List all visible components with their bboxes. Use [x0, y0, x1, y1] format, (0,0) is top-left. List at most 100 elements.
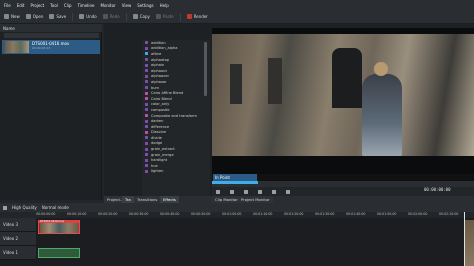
save-button[interactable]: Save	[49, 14, 66, 19]
effects-list[interactable]: addition addition_alpha aNine alphaatop alph…	[142, 40, 210, 200]
effect-icon	[145, 153, 148, 157]
menu-clip[interactable]: Clip	[64, 3, 72, 8]
effect-label: difference	[151, 124, 170, 129]
effect-icon	[145, 158, 148, 162]
effect-icon	[145, 114, 148, 118]
menu-help[interactable]: Help	[160, 3, 169, 8]
edit-mode-selector[interactable]: Normal mode	[42, 205, 69, 210]
effect-icon	[145, 125, 148, 129]
ruler-tick-label: 00:01:30:00	[315, 212, 335, 216]
bin-search-input[interactable]	[4, 33, 99, 38]
menu-file[interactable]: File	[4, 3, 11, 8]
effect-label: darken	[151, 119, 164, 124]
track-label: Video 2	[3, 236, 19, 241]
menu-tool[interactable]: Tool	[50, 3, 58, 8]
effect-label: alphaatop	[151, 57, 170, 62]
render-button[interactable]: Render	[186, 14, 208, 19]
effect-item[interactable]: lighten	[142, 169, 210, 175]
effect-label: Cairo Affine Blend	[151, 91, 184, 96]
effect-label: Dissolve	[151, 130, 167, 135]
effect-icon	[145, 41, 148, 45]
folder-icon	[25, 14, 31, 19]
menu-project[interactable]: Project	[30, 3, 44, 8]
video-preview[interactable]	[212, 28, 474, 178]
scissors-icon[interactable]	[3, 205, 7, 210]
timeline-audio-clip[interactable]	[38, 248, 80, 258]
effect-label: alphaout	[151, 68, 167, 73]
effect-icon	[145, 69, 148, 73]
track-label: Video 1	[3, 250, 19, 255]
effect-icon	[145, 141, 148, 145]
effect-label: color_only	[151, 102, 170, 107]
effect-icon	[145, 80, 148, 84]
effect-label: hue	[151, 163, 158, 168]
scene-figure-head	[374, 62, 388, 76]
scene-window	[230, 64, 242, 104]
ruler-tick-label: 00:01:10:00	[253, 212, 273, 216]
main-toolbar: New Open Save Undo Redo Copy Paste Rende…	[0, 10, 474, 24]
menu-timeline[interactable]: Timeline	[77, 3, 94, 8]
effect-label: grain_merge	[151, 152, 174, 157]
effect-label: alphaxor	[151, 79, 167, 84]
fullscreen-icon[interactable]	[286, 189, 290, 194]
track-header-video-2[interactable]: Video 2	[0, 232, 36, 246]
open-button[interactable]: Open	[25, 14, 43, 19]
effect-icon	[145, 130, 148, 134]
menu-bar: File Edit Project Tool Clip Timeline Monitor Vi…	[0, 0, 474, 10]
track-thumbnail	[464, 220, 474, 266]
paste-button[interactable]: Paste	[155, 14, 174, 19]
monitor-timecode[interactable]: 00:00:00:00	[424, 187, 451, 192]
toolbar-separator	[72, 12, 74, 21]
dock-tabs: Project... Tra Transitions Effects Clip Moni…	[104, 196, 474, 203]
in-point-label: In Point	[213, 174, 257, 181]
effect-icon	[145, 74, 148, 78]
bin-header-name[interactable]: Name	[3, 26, 15, 31]
effects-scrollbar[interactable]	[204, 42, 207, 96]
effect-label: composite	[151, 107, 170, 112]
effect-label: Composite and transform	[151, 113, 197, 118]
tab-transitions[interactable]: Transitions	[134, 196, 161, 203]
menu-monitor[interactable]: Monitor	[101, 3, 116, 8]
new-document-icon	[4, 14, 9, 19]
effect-label: alphain	[151, 63, 165, 68]
ruler-tick-label: 00:00:50:00	[191, 212, 211, 216]
track-header-video-3[interactable]: Video 3	[0, 218, 36, 232]
tab-tra[interactable]: Tra	[122, 196, 134, 203]
project-monitor: In Point 00:00:00:00	[212, 24, 474, 200]
effect-icon	[145, 91, 148, 95]
tab-clip-monitor[interactable]: Clip Monitor	[212, 196, 241, 203]
tab-project-monitor[interactable]: Project Monitor	[238, 196, 273, 203]
redo-button[interactable]: Redo	[102, 14, 120, 19]
timeline-playhead[interactable]	[464, 212, 465, 266]
forward-icon[interactable]	[272, 189, 276, 194]
render-icon	[186, 14, 192, 19]
set-zone-start-icon[interactable]	[216, 189, 220, 194]
ruler-tick-label: 00:00:40:00	[160, 212, 180, 216]
tab-effects[interactable]: Effects	[160, 196, 179, 203]
monitor-zone-indicator	[212, 181, 258, 184]
clip-duration: 00:00:03:13	[32, 46, 51, 50]
clip-thumbnail	[5, 41, 29, 53]
menu-view[interactable]: View	[122, 3, 132, 8]
copy-button[interactable]: Copy	[132, 14, 150, 19]
new-button[interactable]: New	[4, 14, 20, 19]
ruler-tick-label: 00:00:30:00	[129, 212, 149, 216]
effect-icon	[145, 169, 148, 173]
menu-settings[interactable]: Settings	[137, 3, 153, 8]
scene-figure	[362, 74, 402, 156]
play-icon[interactable]	[258, 189, 262, 194]
project-bin: Name DTS001-0416.mov 00:00:03:13	[0, 24, 102, 200]
rewind-icon[interactable]	[244, 189, 248, 194]
ruler-tick-label: 00:00:00:00	[36, 212, 56, 216]
set-zone-end-icon[interactable]	[230, 189, 234, 194]
quality-selector[interactable]: High Quality	[12, 205, 37, 210]
effect-icon	[145, 108, 148, 112]
track-header-video-1[interactable]: Video 1	[0, 246, 36, 260]
ruler-tick-label: 00:01:40:00	[346, 212, 366, 216]
scene-window	[268, 58, 282, 104]
effect-label: burn	[151, 85, 160, 90]
undo-button[interactable]: Undo	[79, 14, 97, 19]
effect-icon	[145, 46, 148, 50]
effect-label: aNine	[151, 51, 162, 56]
menu-edit[interactable]: Edit	[17, 3, 25, 8]
